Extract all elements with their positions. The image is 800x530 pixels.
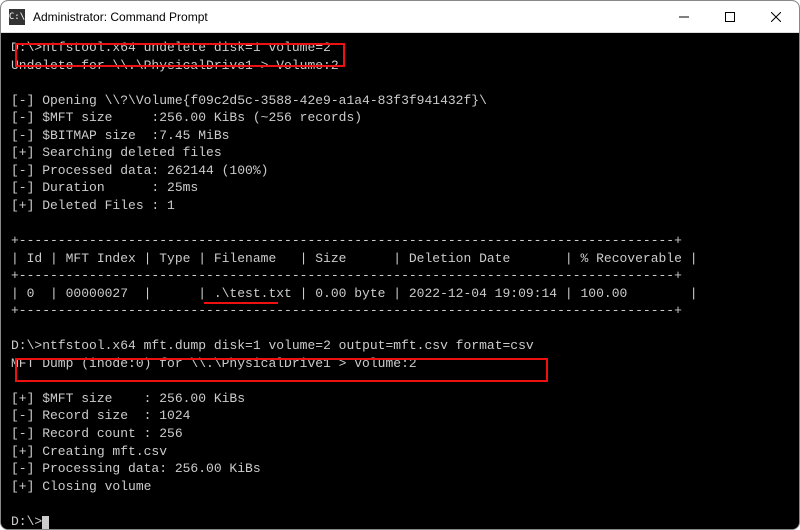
- cursor: [42, 516, 49, 529]
- close-button[interactable]: [753, 1, 799, 33]
- output-line: [+] Creating mft.csv: [11, 444, 167, 459]
- table-rule: +---------------------------------------…: [11, 268, 682, 283]
- command-prompt-window: C:\ Administrator: Command Prompt D:\>nt…: [0, 0, 800, 530]
- output-line: [+] $MFT size : 256.00 KiBs: [11, 391, 245, 406]
- table-header: | Id | MFT Index | Type | Filename | Siz…: [11, 251, 698, 266]
- output-line: [+] Deleted Files : 1: [11, 198, 175, 213]
- prompt-prefix: D:\>: [11, 40, 42, 55]
- window-title: Administrator: Command Prompt: [33, 10, 661, 24]
- output-line: [+] Closing volume: [11, 479, 151, 494]
- output-line: [-] Processed data: 262144 (100%): [11, 163, 268, 178]
- output-line: [-] Processing data: 256.00 KiBs: [11, 461, 261, 476]
- minimize-button[interactable]: [661, 1, 707, 33]
- table-row: | 0 | 00000027 | | .\test.txt | 0.00 byt…: [11, 286, 698, 301]
- output-line: Undelete for \\.\PhysicalDrive1 > Volume…: [11, 58, 339, 73]
- window-controls: [661, 1, 799, 33]
- prompt-prefix: D:\>: [11, 514, 42, 529]
- prompt-prefix: D:\>: [11, 338, 42, 353]
- table-rule: +---------------------------------------…: [11, 303, 682, 318]
- command-2: ntfstool.x64 mft.dump disk=1 volume=2 ou…: [42, 338, 533, 353]
- cmd-icon: C:\: [9, 9, 25, 25]
- titlebar[interactable]: C:\ Administrator: Command Prompt: [1, 1, 799, 33]
- output-line: [+] Searching deleted files: [11, 145, 222, 160]
- terminal-area[interactable]: D:\>ntfstool.x64 undelete disk=1 volume=…: [1, 33, 799, 529]
- output-line: [-] Duration : 25ms: [11, 180, 198, 195]
- maximize-button[interactable]: [707, 1, 753, 33]
- output-line: [-] Record count : 256: [11, 426, 183, 441]
- output-line: MFT Dump (inode:0) for \\.\PhysicalDrive…: [11, 356, 417, 371]
- command-1: ntfstool.x64 undelete disk=1 volume=2: [42, 40, 331, 55]
- output-line: [-] Record size : 1024: [11, 408, 190, 423]
- table-rule: +---------------------------------------…: [11, 233, 682, 248]
- output-line: [-] $BITMAP size :7.45 MiBs: [11, 128, 229, 143]
- output-line: [-] Opening \\?\Volume{f09c2d5c-3588-42e…: [11, 93, 487, 108]
- output-line: [-] $MFT size :256.00 KiBs (~256 records…: [11, 110, 362, 125]
